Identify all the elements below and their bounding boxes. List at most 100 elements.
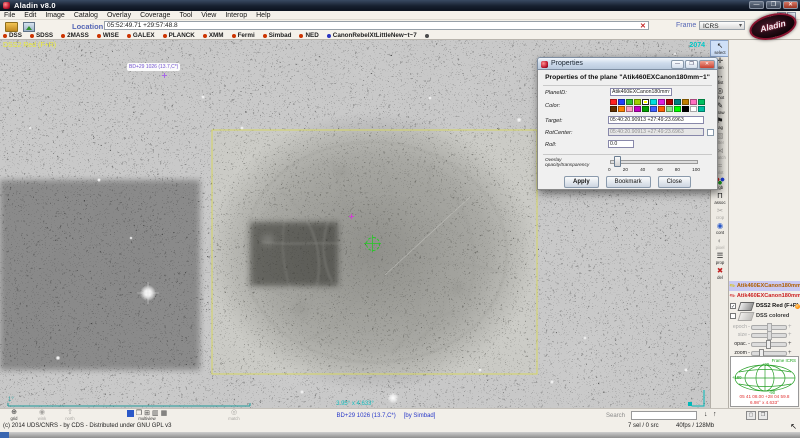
- color-swatch[interactable]: [682, 99, 689, 105]
- server-extra[interactable]: [425, 34, 431, 38]
- location-input[interactable]: [104, 21, 649, 30]
- multiview-buttons[interactable]: ❐ ⊞ ▥ ▦ multiview: [104, 409, 190, 421]
- tool-cont[interactable]: ◉cont: [711, 221, 729, 236]
- server-canon-plane[interactable]: CanonRebelXtLittleNew~t~7: [327, 32, 417, 39]
- server-simbad[interactable]: Simbad: [263, 32, 292, 39]
- color-swatch[interactable]: [650, 106, 657, 112]
- color-swatch[interactable]: [610, 106, 617, 112]
- menu-view[interactable]: View: [201, 12, 216, 19]
- server-2mass[interactable]: 2MASS: [61, 32, 89, 39]
- plane-checkbox[interactable]: ✓: [730, 303, 736, 309]
- plane-checkbox[interactable]: [730, 313, 736, 319]
- close-button[interactable]: Close: [658, 176, 691, 188]
- tool-prop[interactable]: ☰prop: [711, 251, 729, 266]
- apply-button[interactable]: Apply: [564, 176, 599, 188]
- menu-edit[interactable]: Edit: [24, 12, 36, 19]
- menu-image[interactable]: Image: [45, 12, 64, 19]
- target-field[interactable]: [608, 116, 704, 124]
- plane-row-dsscolored[interactable]: DSS colored: [729, 311, 800, 321]
- minimize-icon[interactable]: —: [749, 1, 764, 9]
- color-swatch[interactable]: [690, 99, 697, 105]
- color-swatch[interactable]: [642, 106, 649, 112]
- export-image-icon[interactable]: [23, 22, 35, 32]
- globe-locator-panel[interactable]: Frame ICRS +90 -90 +180 05 41 08.00 +28 …: [730, 356, 799, 407]
- color-swatch[interactable]: [650, 99, 657, 105]
- search-down-icon[interactable]: ↓: [704, 411, 708, 418]
- server-wise[interactable]: WISE: [97, 32, 119, 39]
- color-swatch[interactable]: [626, 106, 633, 112]
- sixteen-view-icon[interactable]: ▦: [161, 410, 168, 417]
- search-input[interactable]: [631, 411, 697, 420]
- color-swatch[interactable]: [618, 106, 625, 112]
- color-swatch[interactable]: [698, 99, 705, 105]
- panel-collapse-icon[interactable]: ▢: [746, 411, 756, 420]
- frame-select[interactable]: ICRS: [699, 21, 745, 30]
- panel-detach-icon[interactable]: ❐: [758, 411, 768, 420]
- color-swatch[interactable]: [674, 99, 681, 105]
- color-swatch[interactable]: [642, 99, 649, 105]
- opacity-slider-track[interactable]: [610, 160, 698, 164]
- color-swatch[interactable]: [658, 99, 665, 105]
- server-planck[interactable]: PLANCK: [163, 32, 195, 39]
- color-swatch[interactable]: [666, 99, 673, 105]
- opacity-slider-thumb[interactable]: [614, 156, 621, 167]
- server-ned[interactable]: NED: [299, 32, 318, 39]
- plane-row-dss2red[interactable]: ✓ DSS2 Red (F+R): [729, 301, 800, 311]
- menu-file[interactable]: File: [4, 12, 15, 19]
- server-dss[interactable]: DSS: [3, 32, 22, 39]
- rotcenter-field[interactable]: [608, 128, 704, 136]
- tool-assoc[interactable]: Πassoc: [711, 191, 729, 206]
- maximize-icon[interactable]: ❐: [766, 1, 781, 9]
- open-file-icon[interactable]: [5, 22, 18, 32]
- search-up-icon[interactable]: ↑: [713, 411, 717, 418]
- server-sdss[interactable]: SDSS: [30, 32, 53, 39]
- color-swatch[interactable]: [690, 106, 697, 112]
- tool-select[interactable]: ↖select: [711, 41, 729, 56]
- tool-del[interactable]: ✖del: [711, 266, 729, 281]
- color-swatch[interactable]: [618, 99, 625, 105]
- menu-overlay[interactable]: Overlay: [107, 12, 131, 19]
- server-xmm[interactable]: XMM: [203, 32, 224, 39]
- opacity-slider-track[interactable]: [751, 342, 787, 347]
- color-swatch[interactable]: [634, 106, 641, 112]
- size-slider-track[interactable]: [751, 333, 787, 338]
- plane-row-atik2[interactable]: ✎ Atik460EXCanon180mm: [729, 291, 800, 301]
- color-swatch[interactable]: [682, 106, 689, 112]
- north-button[interactable]: ⇧north: [58, 409, 82, 421]
- dialog-titlebar[interactable]: Properties — ❐ ✕: [537, 57, 718, 70]
- menu-help[interactable]: Help: [256, 12, 270, 19]
- epoch-slider-track[interactable]: [751, 325, 787, 330]
- dialog-maximize-icon[interactable]: ❐: [685, 60, 698, 69]
- match-button[interactable]: ◎match: [222, 409, 246, 421]
- planeid-field[interactable]: [610, 88, 672, 96]
- plane-row-atik1[interactable]: ✎ Atik460EXCanon180mm~1: [729, 281, 800, 291]
- roll-field[interactable]: [608, 140, 634, 148]
- tool-crop[interactable]: ✂crop: [711, 206, 729, 221]
- clear-location-icon[interactable]: ✕: [640, 22, 646, 30]
- single-view-icon[interactable]: [127, 410, 134, 417]
- color-swatch[interactable]: [658, 106, 665, 112]
- server-galex[interactable]: GALEX: [127, 32, 155, 39]
- color-swatch[interactable]: [626, 99, 633, 105]
- rotcenter-checkbox[interactable]: [707, 129, 714, 136]
- opacity-slider[interactable]: [610, 156, 698, 165]
- dialog-close-icon[interactable]: ✕: [699, 60, 715, 69]
- color-swatch[interactable]: [634, 99, 641, 105]
- slider-thumb[interactable]: [767, 331, 772, 340]
- color-swatch[interactable]: [666, 106, 673, 112]
- dialog-minimize-icon[interactable]: —: [671, 60, 684, 69]
- server-fermi[interactable]: Fermi: [232, 32, 255, 39]
- menu-interop[interactable]: Interop: [225, 12, 247, 19]
- color-swatch[interactable]: [698, 106, 705, 112]
- color-swatch[interactable]: [610, 99, 617, 105]
- menu-catalog[interactable]: Catalog: [74, 12, 98, 19]
- wink-button[interactable]: ◉wink: [30, 409, 54, 421]
- slider-thumb[interactable]: [766, 340, 771, 349]
- simbad-source-label[interactable]: BD+29 1026 (13.7,C*): [127, 63, 180, 71]
- simbad-source-marker-icon[interactable]: [162, 73, 167, 78]
- zoom-slider-track[interactable]: [751, 351, 787, 356]
- color-swatch[interactable]: [674, 106, 681, 112]
- grid-button[interactable]: ⊕grid: [2, 409, 26, 421]
- bookmark-button[interactable]: Bookmark: [606, 176, 651, 188]
- tool-pixel[interactable]: ◐pixel: [711, 236, 729, 251]
